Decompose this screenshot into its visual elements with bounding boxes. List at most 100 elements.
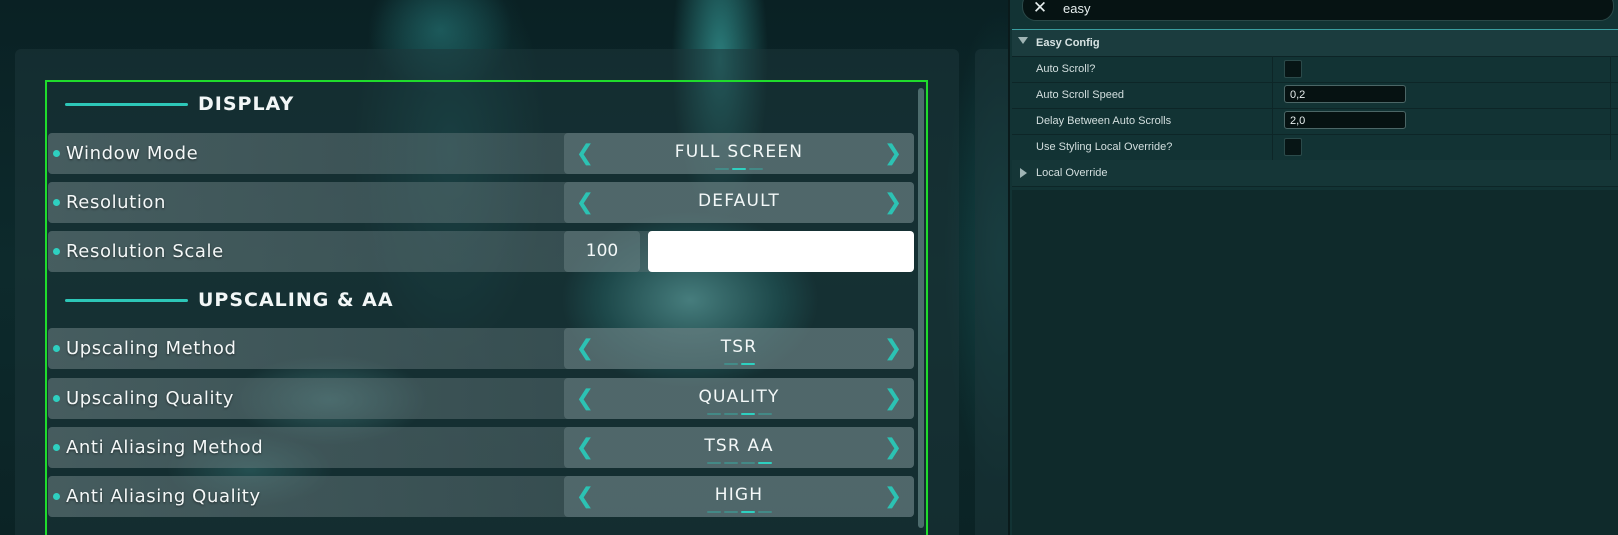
chevron-right-icon[interactable]: ❯ [878, 378, 908, 419]
option-pip-active [740, 413, 755, 415]
property-row-auto-scroll: Auto Scroll? [1012, 56, 1618, 83]
setting-label: Resolution Scale [66, 241, 224, 262]
option-pip [706, 511, 721, 513]
bullet-icon [53, 150, 60, 157]
property-name: Auto Scroll? [1036, 63, 1096, 75]
section-header-upscaling: UPSCALING & AA [65, 286, 394, 314]
selector-value: TSR AA [704, 436, 774, 456]
resolution-scale-value: 100 [564, 231, 640, 272]
option-indicator [564, 413, 914, 415]
scrollbar-thumb[interactable] [918, 88, 924, 528]
option-pip [715, 168, 729, 170]
property-name: Delay Between Auto Scrolls [1036, 115, 1172, 127]
column-divider[interactable] [1272, 134, 1273, 160]
setting-row-upscaling-method[interactable]: Upscaling Method ❮ TSR ❯ [48, 328, 914, 369]
resolution-selector[interactable]: ❮ DEFAULT ❯ [564, 182, 914, 223]
chevron-right-icon[interactable]: ❯ [878, 476, 908, 517]
setting-label: Anti Aliasing Quality [66, 486, 261, 507]
chevron-right-icon[interactable]: ❯ [878, 182, 908, 223]
setting-label: Anti Aliasing Method [66, 437, 264, 458]
upscaling-method-selector[interactable]: ❮ TSR ❯ [564, 328, 914, 369]
selector-value: FULL SCREEN [674, 142, 804, 162]
column-divider [1610, 134, 1611, 160]
bullet-icon [53, 199, 60, 206]
close-icon[interactable]: ✕ [1031, 0, 1049, 17]
settings-scrollbar[interactable] [918, 88, 924, 528]
expand-arrow-icon[interactable] [1018, 37, 1028, 44]
subcategory-label: Local Override [1036, 167, 1108, 179]
section-title: DISPLAY [198, 93, 295, 115]
selector-value: HIGH [714, 485, 764, 505]
collapsed-arrow-icon[interactable] [1020, 168, 1027, 178]
column-divider [1610, 82, 1611, 108]
setting-row-window-mode[interactable]: Window Mode ❮ FULL SCREEN ❯ [48, 133, 914, 174]
property-name: Auto Scroll Speed [1036, 89, 1125, 101]
option-pip [723, 462, 738, 464]
property-row-auto-scroll-speed: Auto Scroll Speed 0,2 [1012, 82, 1618, 109]
property-row-styling-override: Use Styling Local Override? [1012, 134, 1618, 161]
setting-label: Upscaling Quality [66, 388, 234, 409]
category-easy-config[interactable]: Easy Config [1012, 29, 1618, 57]
resolution-scale-slider[interactable] [648, 231, 914, 272]
setting-row-resolution-scale[interactable]: Resolution Scale 100 [48, 231, 914, 272]
setting-row-aa-quality[interactable]: Anti Aliasing Quality ❮ HIGH ❯ [48, 476, 914, 517]
option-indicator [564, 511, 914, 513]
details-panel: ✕ Easy Config Auto Scroll? Auto Scroll S… [1008, 0, 1618, 535]
selector-value: QUALITY [698, 387, 780, 407]
option-pip [723, 363, 738, 365]
bullet-icon [53, 395, 60, 402]
property-row-delay: Delay Between Auto Scrolls 2,0 [1012, 108, 1618, 135]
option-pip [723, 413, 738, 415]
search-input[interactable] [1063, 0, 1583, 18]
setting-row-aa-method[interactable]: Anti Aliasing Method ❮ TSR AA ❯ [48, 427, 914, 468]
setting-label: Upscaling Method [66, 338, 237, 359]
setting-row-resolution[interactable]: Resolution ❮ DEFAULT ❯ [48, 182, 914, 223]
setting-label: Window Mode [66, 143, 199, 164]
chevron-right-icon[interactable]: ❯ [878, 328, 908, 369]
section-accent-line [65, 102, 188, 106]
bullet-icon [53, 493, 60, 500]
use-styling-override-checkbox[interactable] [1284, 138, 1302, 156]
option-pip [706, 413, 721, 415]
delay-between-scrolls-field[interactable]: 2,0 [1284, 111, 1406, 129]
details-search-bar[interactable]: ✕ [1022, 0, 1614, 21]
chevron-left-icon[interactable]: ❮ [570, 182, 600, 223]
option-pip [706, 462, 721, 464]
bullet-icon [53, 345, 60, 352]
option-pip-active [757, 462, 772, 464]
option-pip [740, 462, 755, 464]
auto-scroll-checkbox[interactable] [1284, 60, 1302, 78]
chevron-right-icon[interactable]: ❯ [878, 427, 908, 468]
aa-quality-selector[interactable]: ❮ HIGH ❯ [564, 476, 914, 517]
column-divider[interactable] [1272, 82, 1273, 108]
option-pip-active [740, 511, 755, 513]
column-divider[interactable] [1272, 108, 1273, 134]
chevron-right-icon[interactable]: ❯ [878, 133, 908, 174]
screen: DISPLAY Window Mode ❮ FULL SCREEN ❯ Reso… [0, 0, 1618, 535]
bullet-icon [53, 444, 60, 451]
option-pip-active [740, 363, 755, 365]
window-mode-selector[interactable]: ❮ FULL SCREEN ❯ [564, 133, 914, 174]
aa-method-selector[interactable]: ❮ TSR AA ❯ [564, 427, 914, 468]
subcategory-local-override[interactable]: Local Override [1012, 160, 1618, 187]
selector-value: TSR [720, 337, 758, 357]
section-title: UPSCALING & AA [198, 289, 394, 311]
option-pip [749, 168, 763, 170]
option-indicator [564, 462, 914, 464]
option-pip [723, 511, 738, 513]
upscaling-quality-selector[interactable]: ❮ QUALITY ❯ [564, 378, 914, 419]
column-divider[interactable] [1272, 56, 1273, 82]
auto-scroll-speed-field[interactable]: 0,2 [1284, 85, 1406, 103]
section-accent-line [65, 298, 188, 302]
section-header-display: DISPLAY [65, 90, 294, 118]
category-label: Easy Config [1036, 37, 1100, 49]
column-divider [1610, 56, 1611, 82]
option-pip [757, 413, 772, 415]
column-divider [1610, 108, 1611, 134]
setting-row-upscaling-quality[interactable]: Upscaling Quality ❮ QUALITY ❯ [48, 378, 914, 419]
selector-value: DEFAULT [697, 191, 781, 211]
option-pip-active [732, 168, 746, 170]
option-indicator [564, 363, 914, 365]
option-pip [757, 511, 772, 513]
details-empty-area [1012, 190, 1618, 535]
